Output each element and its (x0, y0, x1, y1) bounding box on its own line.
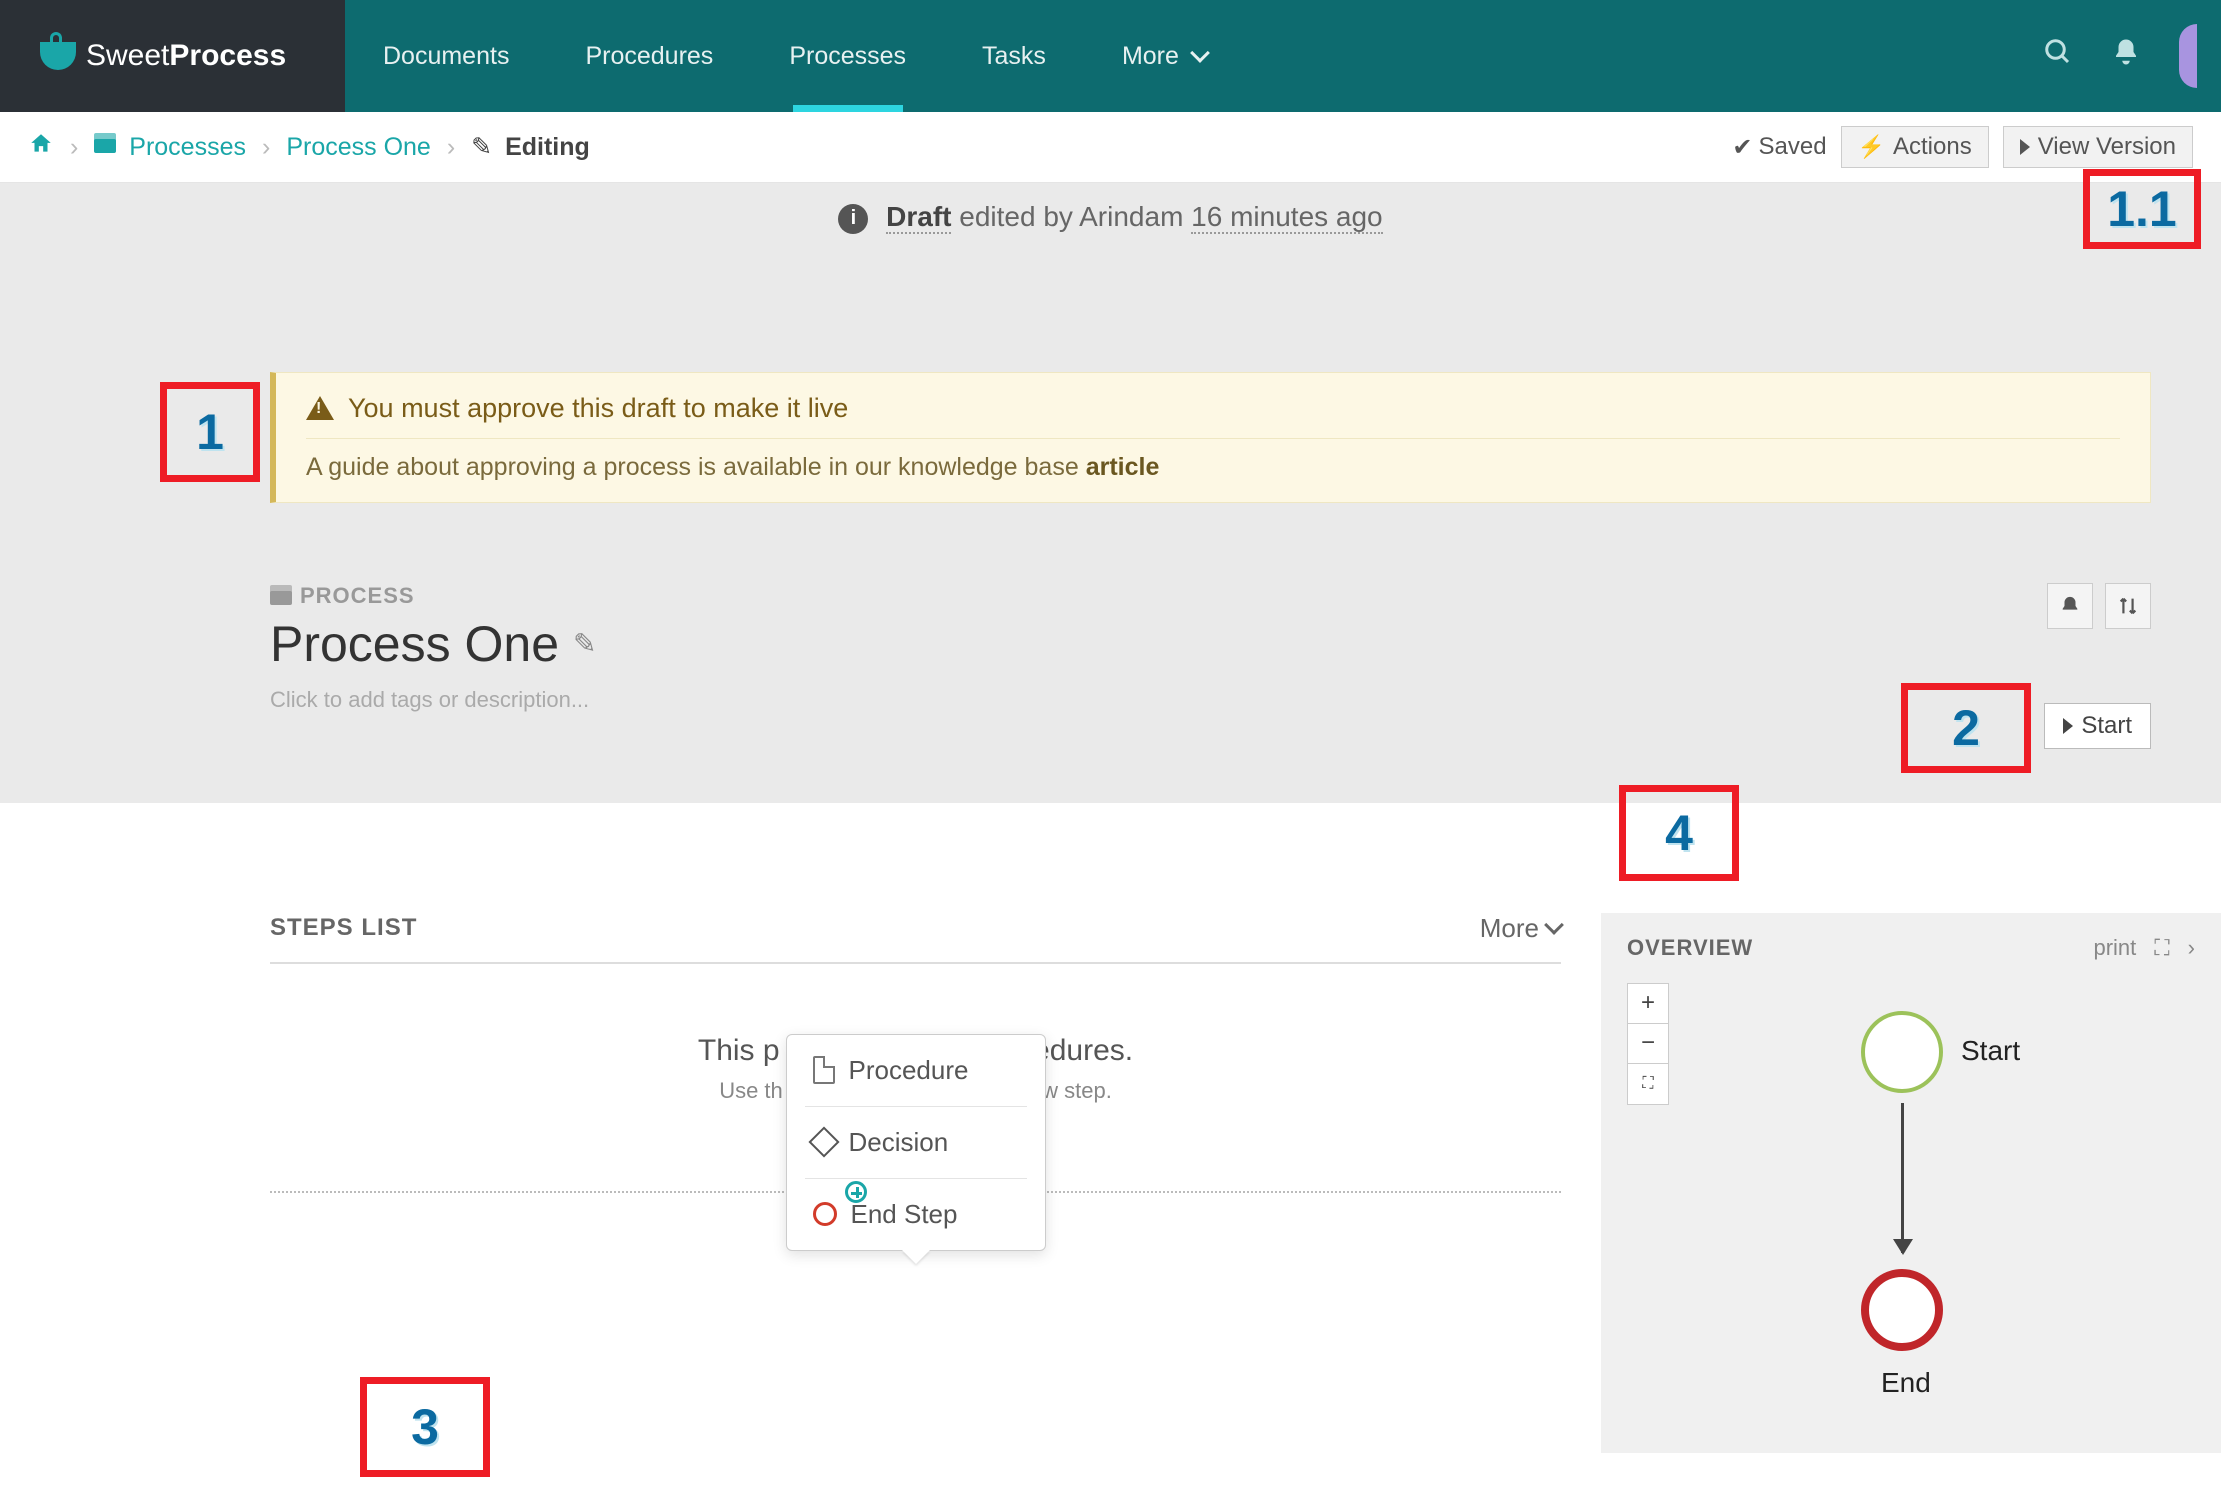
steps-header: STEPS LIST More (270, 913, 1561, 964)
zoom-in-button[interactable]: + (1628, 984, 1668, 1024)
tags-description-hint[interactable]: Click to add tags or description... (270, 687, 2151, 713)
play-icon (2063, 718, 2073, 734)
process-header: PROCESS Process One ✎ Click to add tags … (270, 583, 2151, 713)
crumb-process-one[interactable]: Process One (286, 133, 431, 162)
layers-icon (94, 133, 116, 155)
expand-icon[interactable]: ⛶ (2154, 935, 2169, 961)
saved-indicator: ✔ Saved (1732, 133, 1826, 162)
popup-end-step[interactable]: End Step (787, 1179, 1045, 1250)
notify-button[interactable] (2047, 583, 2093, 629)
crumb-sep: › (262, 133, 270, 162)
flow-arrow (1901, 1103, 1904, 1253)
approve-draft-alert: You must approve this draft to make it l… (270, 372, 2151, 503)
steps-list-title: STEPS LIST (270, 914, 417, 942)
layers-icon (270, 585, 292, 607)
overview-title: OVERVIEW (1627, 935, 1753, 961)
info-icon[interactable]: i (838, 204, 868, 234)
document-icon (813, 1056, 835, 1084)
chevron-down-icon (1190, 43, 1210, 63)
annotation-3: 3 (360, 1377, 490, 1477)
status-strip: i Draft edited by Arindam 16 minutes ago… (0, 183, 2221, 252)
editor-header-area: 1 You must approve this draft to make it… (0, 252, 2221, 803)
steps-column: STEPS LIST More This process has no proc… (0, 913, 1601, 1453)
add-step-popup: Procedure Decision End Step (786, 1034, 1046, 1251)
flow-start-node[interactable] (1861, 1011, 1943, 1093)
home-icon[interactable] (28, 131, 54, 164)
alert-article-link[interactable]: article (1086, 453, 1160, 481)
status-time[interactable]: 16 minutes ago (1191, 201, 1382, 234)
overview-header: OVERVIEW print ⛶ › (1627, 935, 2195, 961)
zoom-controls: + − ⛶ (1627, 983, 1669, 1105)
nav-more[interactable]: More (1084, 0, 1245, 112)
avatar[interactable] (2179, 24, 2197, 88)
status-draft[interactable]: Draft (886, 201, 951, 234)
pencil-icon: ✎ (471, 133, 492, 161)
annotation-1: 1 (160, 382, 260, 482)
chevron-right-icon[interactable]: › (2188, 935, 2195, 961)
overview-print[interactable]: print (2093, 935, 2136, 961)
top-nav: SweetProcess Documents Procedures Proces… (0, 0, 2221, 112)
warning-icon (306, 396, 334, 420)
cup-icon (40, 42, 76, 70)
brand-text: SweetProcess (86, 39, 286, 73)
zoom-out-button[interactable]: − (1628, 1024, 1668, 1064)
crumb-editing: ✎ Editing (471, 132, 590, 162)
plus-circle-icon (845, 1181, 867, 1203)
process-label: PROCESS (270, 583, 2151, 609)
popup-decision[interactable]: Decision (787, 1107, 1045, 1178)
crumb-sep: › (447, 133, 455, 162)
view-version-button[interactable]: View Version (2003, 126, 2193, 168)
zoom-fit-button[interactable]: ⛶ (1628, 1064, 1668, 1104)
nav-processes[interactable]: Processes (751, 0, 944, 112)
flow-start-label: Start (1961, 1035, 2020, 1067)
search-icon[interactable] (2043, 37, 2073, 75)
caret-right-icon (2020, 139, 2030, 155)
flow-diagram: Start End (1761, 1011, 2061, 1431)
editor-body: STEPS LIST More This process has no proc… (0, 803, 2221, 1453)
pencil-icon[interactable]: ✎ (573, 627, 596, 660)
alert-title-text: You must approve this draft to make it l… (348, 393, 848, 424)
steps-more-menu[interactable]: More (1480, 913, 1561, 944)
crumb-processes[interactable]: Processes (94, 133, 246, 162)
nav-tasks[interactable]: Tasks (944, 0, 1084, 112)
actions-button[interactable]: ⚡Actions (1841, 126, 1989, 168)
overview-panel: 4 OVERVIEW print ⛶ › + − ⛶ Start End (1601, 913, 2221, 1453)
nav-documents[interactable]: Documents (345, 0, 547, 112)
diamond-icon (808, 1127, 839, 1158)
process-title[interactable]: Process One ✎ (270, 615, 2151, 673)
chevron-down-icon (1544, 915, 1564, 935)
crumb-right: ✔ Saved ⚡Actions View Version (1732, 126, 2193, 168)
breadcrumb-bar: › Processes › Process One › ✎ Editing ✔ … (0, 112, 2221, 183)
nav-items: Documents Procedures Processes Tasks Mor… (345, 0, 1245, 112)
end-circle-icon (813, 1202, 837, 1226)
status-edited-by: edited by Arindam (959, 201, 1183, 232)
popup-procedure[interactable]: Procedure (787, 1035, 1045, 1106)
nav-procedures[interactable]: Procedures (547, 0, 751, 112)
reorder-button[interactable] (2105, 583, 2151, 629)
bell-icon[interactable] (2111, 37, 2141, 75)
start-button[interactable]: Start (2044, 703, 2151, 749)
nav-right (2043, 0, 2221, 112)
crumb-sep: › (70, 133, 78, 162)
flow-end-label: End (1881, 1367, 1931, 1399)
brand[interactable]: SweetProcess (0, 0, 345, 112)
flow-end-node[interactable] (1861, 1269, 1943, 1351)
alert-subtext: A guide about approving a process is ava… (306, 453, 2120, 482)
